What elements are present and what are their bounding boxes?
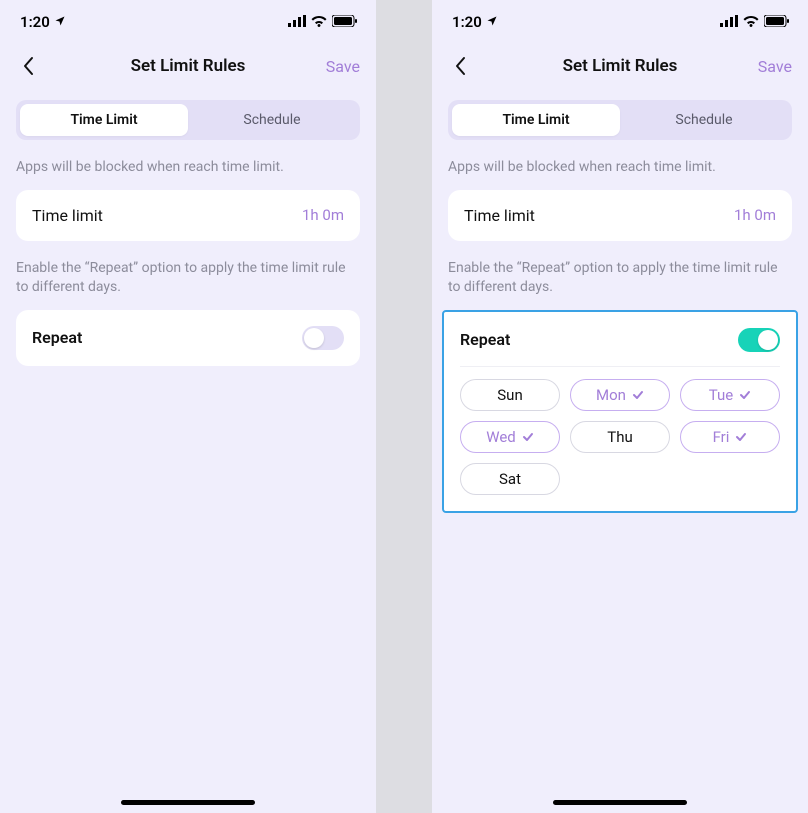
help-text-repeat: Enable the “Repeat” option to apply the … [432, 241, 808, 310]
tab-time-limit[interactable]: Time Limit [20, 104, 188, 136]
segmented-control: Time Limit Schedule [16, 100, 360, 140]
status-time: 1:20 [452, 13, 482, 31]
day-label: Tue [709, 386, 733, 404]
toggle-knob [304, 328, 324, 348]
check-icon [739, 389, 751, 401]
segmented-control: Time Limit Schedule [448, 100, 792, 140]
days-list: Sun Mon Tue Wed Thu Fri Sat [460, 379, 780, 495]
tab-schedule[interactable]: Schedule [188, 104, 356, 136]
chevron-left-icon [454, 56, 466, 76]
help-text-blocked: Apps will be blocked when reach time lim… [0, 140, 376, 190]
battery-icon [332, 13, 358, 31]
battery-icon [764, 13, 790, 31]
back-button[interactable] [448, 54, 472, 78]
day-pill-mon[interactable]: Mon [570, 379, 670, 411]
time-limit-value: 1h 0m [734, 206, 776, 224]
day-pill-thu[interactable]: Thu [570, 421, 670, 453]
page-title: Set Limit Rules [432, 56, 808, 76]
screen-gap [376, 0, 432, 813]
day-pill-wed[interactable]: Wed [460, 421, 560, 453]
screen-right: 1:20 Set Limit Rules Save Time Limit Sch… [432, 0, 808, 813]
help-text-blocked: Apps will be blocked when reach time lim… [432, 140, 808, 190]
day-label: Mon [596, 386, 626, 404]
wifi-icon [311, 13, 327, 31]
repeat-card: Repeat [16, 310, 360, 366]
repeat-toggle[interactable] [302, 326, 344, 350]
day-label: Sat [499, 470, 521, 488]
cellular-signal-icon [720, 13, 738, 31]
save-button[interactable]: Save [326, 57, 360, 76]
tab-schedule[interactable]: Schedule [620, 104, 788, 136]
tab-time-limit[interactable]: Time Limit [452, 104, 620, 136]
time-limit-card[interactable]: Time limit 1h 0m [448, 190, 792, 241]
day-label: Sun [497, 386, 522, 404]
nav-header: Set Limit Rules Save [0, 44, 376, 88]
screen-left: 1:20 Set Limit Rules Save Time Limit Sch… [0, 0, 376, 813]
day-label: Fri [713, 428, 730, 446]
status-bar: 1:20 [0, 0, 376, 44]
day-pill-tue[interactable]: Tue [680, 379, 780, 411]
repeat-label: Repeat [460, 330, 510, 349]
cellular-signal-icon [288, 13, 306, 31]
time-limit-label: Time limit [32, 206, 103, 225]
day-label: Thu [607, 428, 632, 446]
page-title: Set Limit Rules [0, 56, 376, 76]
day-pill-sat[interactable]: Sat [460, 463, 560, 495]
day-label: Wed [486, 428, 516, 446]
back-button[interactable] [16, 54, 40, 78]
divider [460, 366, 780, 367]
repeat-toggle[interactable] [738, 328, 780, 352]
time-limit-label: Time limit [464, 206, 535, 225]
save-button[interactable]: Save [758, 57, 792, 76]
status-bar: 1:20 [432, 0, 808, 44]
help-text-repeat: Enable the “Repeat” option to apply the … [0, 241, 376, 310]
location-arrow-icon [486, 13, 498, 31]
nav-header: Set Limit Rules Save [432, 44, 808, 88]
day-pill-sun[interactable]: Sun [460, 379, 560, 411]
check-icon [522, 431, 534, 443]
day-pill-fri[interactable]: Fri [680, 421, 780, 453]
repeat-card-highlighted: Repeat Sun Mon Tue Wed Thu [442, 310, 798, 513]
check-icon [632, 389, 644, 401]
wifi-icon [743, 13, 759, 31]
home-indicator[interactable] [121, 800, 255, 805]
home-indicator[interactable] [553, 800, 687, 805]
status-time: 1:20 [20, 13, 50, 31]
time-limit-value: 1h 0m [302, 206, 344, 224]
location-arrow-icon [54, 13, 66, 31]
time-limit-card[interactable]: Time limit 1h 0m [16, 190, 360, 241]
check-icon [735, 431, 747, 443]
repeat-label: Repeat [32, 328, 82, 347]
chevron-left-icon [22, 56, 34, 76]
toggle-knob [758, 330, 778, 350]
